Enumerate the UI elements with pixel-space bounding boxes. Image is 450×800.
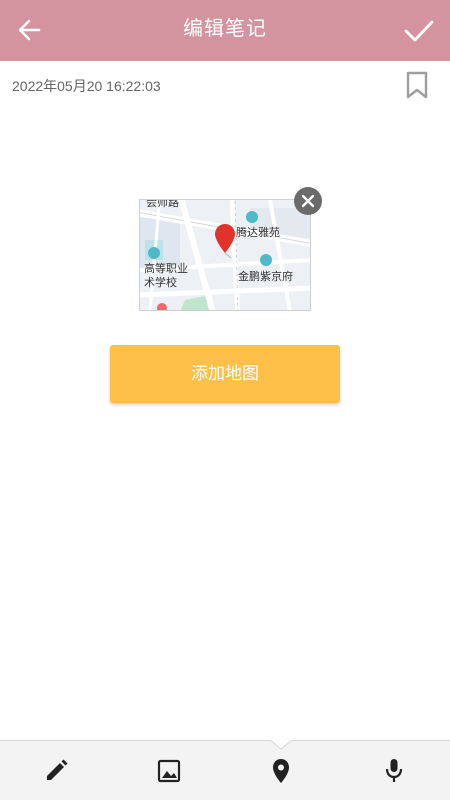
- map-image: [140, 200, 310, 310]
- tool-image[interactable]: [153, 755, 185, 787]
- active-tab-indicator: [270, 740, 292, 750]
- map-label-school-line2: 术学校: [144, 276, 177, 289]
- top-app-bar: 编辑笔记: [0, 0, 450, 61]
- map-label-top: 会师路: [146, 199, 179, 209]
- image-icon: [157, 759, 181, 783]
- add-map-button[interactable]: 添加地图: [110, 345, 340, 403]
- page-title: 编辑笔记: [183, 16, 267, 40]
- map-thumbnail[interactable]: 会师路 腾达雅苑 高等职业 术学校 金鹏紫京府: [139, 199, 311, 311]
- note-timestamp: 2022年05月20 16:22:03: [12, 78, 161, 94]
- close-icon: [301, 194, 315, 208]
- bottom-toolbar: [0, 740, 450, 800]
- map-attachment[interactable]: 会师路 腾达雅苑 高等职业 术学校 金鹏紫京府: [139, 187, 322, 311]
- bookmark-button[interactable]: [404, 70, 430, 100]
- tool-voice[interactable]: [378, 755, 410, 787]
- location-pin-icon: [273, 759, 289, 783]
- pencil-icon: [47, 759, 68, 780]
- map-label-residence: 金鹏紫京府: [238, 270, 293, 283]
- map-label-complex: 腾达雅苑: [236, 226, 280, 239]
- confirm-button[interactable]: [400, 12, 438, 50]
- check-icon: [404, 20, 434, 42]
- tool-edit[interactable]: [40, 755, 72, 787]
- microphone-icon: [385, 759, 403, 782]
- tool-location[interactable]: [265, 755, 297, 787]
- remove-map-button[interactable]: [294, 187, 322, 215]
- bookmark-icon: [406, 71, 428, 99]
